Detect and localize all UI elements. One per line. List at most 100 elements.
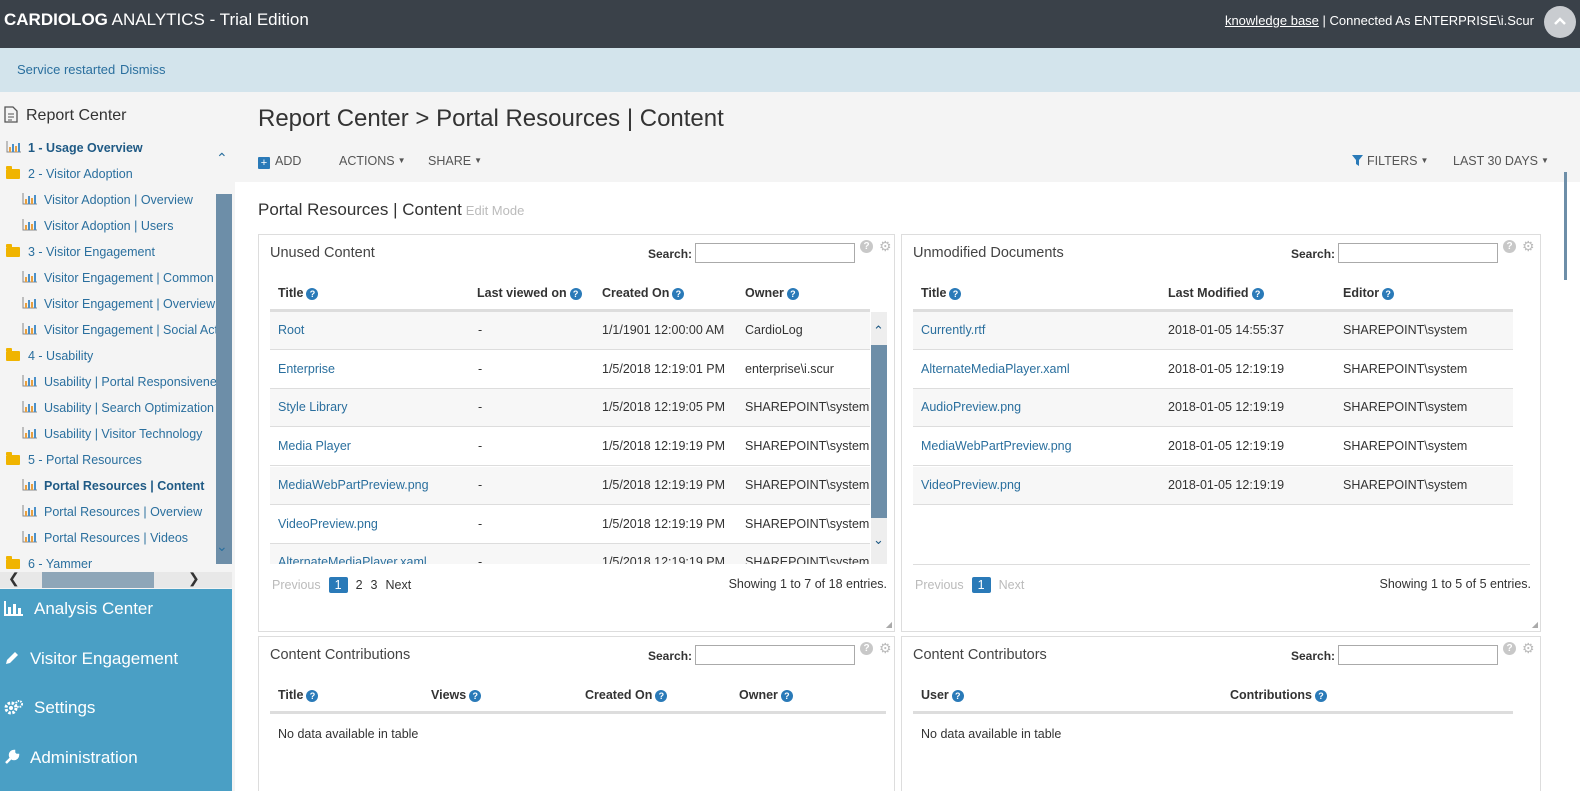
tree-folder[interactable]: 3 - Visitor Engagement [6, 244, 155, 265]
tree-scroll-up-icon[interactable]: ⌃ [216, 150, 228, 167]
table-scroll-down-icon[interactable]: ⌄ [873, 532, 884, 548]
help-icon[interactable]: ? [1314, 690, 1327, 702]
table-cell-link[interactable]: AudioPreview.png [921, 400, 1021, 414]
gear-icon[interactable]: ⚙ [879, 238, 892, 255]
help-icon[interactable]: ? [306, 690, 319, 702]
tree-folder[interactable]: 2 - Visitor Adoption [6, 166, 133, 187]
tree-scroll-down-icon[interactable]: ⌄ [216, 538, 228, 555]
column-header-owner[interactable]: Owner? [739, 688, 793, 702]
table-cell-link[interactable]: Currently.rtf [921, 323, 985, 337]
tree-report-item[interactable]: Usability | Search Optimization [22, 401, 214, 421]
tree-folder[interactable]: 5 - Portal Resources [6, 452, 142, 473]
nav-settings[interactable]: Settings [4, 698, 95, 726]
gear-icon[interactable]: ⚙ [879, 640, 892, 657]
column-header-contributions[interactable]: Contributions? [1230, 688, 1327, 702]
pager-page[interactable]: 2 [356, 578, 363, 592]
table-cell-link[interactable]: Enterprise [278, 362, 335, 376]
tree-report-item[interactable]: Portal Resources | Overview [22, 505, 202, 525]
scroll-right-icon[interactable]: ❯ [188, 570, 200, 587]
tree-report-item[interactable]: Visitor Engagement | Social Activ [22, 323, 218, 343]
help-icon[interactable]: ? [569, 288, 582, 300]
nav-visitor-engagement[interactable]: Visitor Engagement [4, 649, 178, 677]
help-icon[interactable]: ? [469, 690, 482, 702]
tree-scrollbar[interactable] [216, 194, 232, 564]
pager-next[interactable]: Next [999, 578, 1025, 592]
pager-previous[interactable]: Previous [915, 578, 964, 592]
pager-previous[interactable]: Previous [272, 578, 321, 592]
column-header-title[interactable]: Title? [278, 286, 319, 300]
table-cell-link[interactable]: Root [278, 323, 304, 337]
tree-report-item[interactable]: Visitor Engagement | Common N [22, 271, 218, 291]
resize-handle-icon[interactable]: ◢ [1532, 620, 1538, 629]
resize-handle-icon[interactable]: ◢ [886, 620, 892, 629]
report-center-title[interactable]: Report Center [4, 106, 127, 125]
edit-mode-link[interactable]: Edit Mode [466, 203, 525, 218]
help-icon[interactable]: ? [780, 690, 793, 702]
help-icon[interactable]: ? [949, 288, 962, 300]
column-header-last-viewed[interactable]: Last viewed on? [477, 286, 582, 300]
column-header-created-on[interactable]: Created On? [602, 286, 685, 300]
search-input[interactable] [1338, 645, 1498, 665]
table-cell-link[interactable]: MediaWebPartPreview.png [278, 478, 429, 492]
knowledge-base-link[interactable]: knowledge base [1225, 13, 1319, 28]
tree-report-item[interactable]: Visitor Adoption | Users [22, 219, 173, 239]
column-header-created-on[interactable]: Created On? [585, 688, 668, 702]
tree-report-item[interactable]: Visitor Adoption | Overview [22, 193, 193, 213]
scroll-left-icon[interactable]: ❮ [8, 570, 20, 587]
table-cell-link[interactable]: VideoPreview.png [921, 478, 1021, 492]
help-icon[interactable]: ? [1503, 240, 1516, 253]
help-icon[interactable]: ? [1251, 288, 1264, 300]
table-scroll-up-icon[interactable]: ⌃ [873, 323, 884, 339]
gear-icon[interactable]: ⚙ [1522, 640, 1535, 657]
search-input[interactable] [1338, 243, 1498, 263]
column-header-last-modified[interactable]: Last Modified? [1168, 286, 1264, 300]
column-header-owner[interactable]: Owner? [745, 286, 799, 300]
help-icon[interactable]: ? [306, 288, 319, 300]
column-header-views[interactable]: Views? [431, 688, 482, 702]
help-icon[interactable]: ? [672, 288, 685, 300]
pager-next[interactable]: Next [386, 578, 412, 592]
table-cell-link[interactable]: AlternateMediaPlayer.xaml [278, 555, 427, 564]
date-range-menu[interactable]: LAST 30 DAYS ▼ [1453, 154, 1549, 168]
help-icon[interactable]: ? [860, 642, 873, 655]
help-icon[interactable]: ? [951, 690, 964, 702]
column-header-user[interactable]: User? [921, 688, 964, 702]
help-icon[interactable]: ? [1382, 288, 1395, 300]
actions-menu[interactable]: ACTIONS ▼ [339, 154, 405, 168]
nav-administration[interactable]: Administration [4, 748, 138, 776]
help-icon[interactable]: ? [786, 288, 799, 300]
help-icon[interactable]: ? [1503, 642, 1516, 655]
filters-menu[interactable]: FILTERS ▼ [1352, 154, 1428, 168]
tree-report-item[interactable]: Portal Resources | Videos [22, 531, 188, 551]
table-cell-link[interactable]: MediaWebPartPreview.png [921, 439, 1072, 453]
column-header-title[interactable]: Title? [921, 286, 962, 300]
table-cell-link[interactable]: Media Player [278, 439, 351, 453]
gear-icon[interactable]: ⚙ [1522, 238, 1535, 255]
table-scrollbar-thumb[interactable] [871, 345, 887, 518]
help-icon[interactable]: ? [860, 240, 873, 253]
nav-analysis-center[interactable]: Analysis Center [4, 599, 153, 627]
table-cell-link[interactable]: Style Library [278, 400, 347, 414]
search-input[interactable] [695, 243, 855, 263]
tree-report-item[interactable]: Visitor Engagement | Overview [22, 297, 215, 317]
share-menu[interactable]: SHARE ▼ [428, 154, 482, 168]
dismiss-link[interactable]: Dismiss [120, 62, 166, 77]
tree-folder[interactable]: 4 - Usability [6, 348, 93, 369]
pager-page-current[interactable]: 1 [971, 577, 991, 593]
add-button[interactable]: + ADD [258, 154, 301, 169]
tree-report-item[interactable]: Usability | Portal Responsiveness [22, 375, 218, 395]
page-scrollbar[interactable] [1564, 172, 1567, 280]
tree-hscrollbar-thumb[interactable] [42, 572, 154, 588]
help-icon[interactable]: ? [655, 690, 668, 702]
pager-page[interactable]: 3 [371, 578, 378, 592]
tree-report-item[interactable]: Usability | Visitor Technology [22, 427, 202, 447]
column-header-editor[interactable]: Editor? [1343, 286, 1395, 300]
tree-report-item[interactable]: Portal Resources | Content [22, 479, 204, 499]
column-header-title[interactable]: Title? [278, 688, 319, 702]
tree-report-item[interactable]: 1 - Usage Overview [6, 141, 143, 161]
pager-page-current[interactable]: 1 [328, 577, 348, 593]
collapse-header-button[interactable] [1544, 6, 1576, 38]
table-cell-link[interactable]: VideoPreview.png [278, 517, 378, 531]
search-input[interactable] [695, 645, 855, 665]
table-cell-link[interactable]: AlternateMediaPlayer.xaml [921, 362, 1070, 376]
